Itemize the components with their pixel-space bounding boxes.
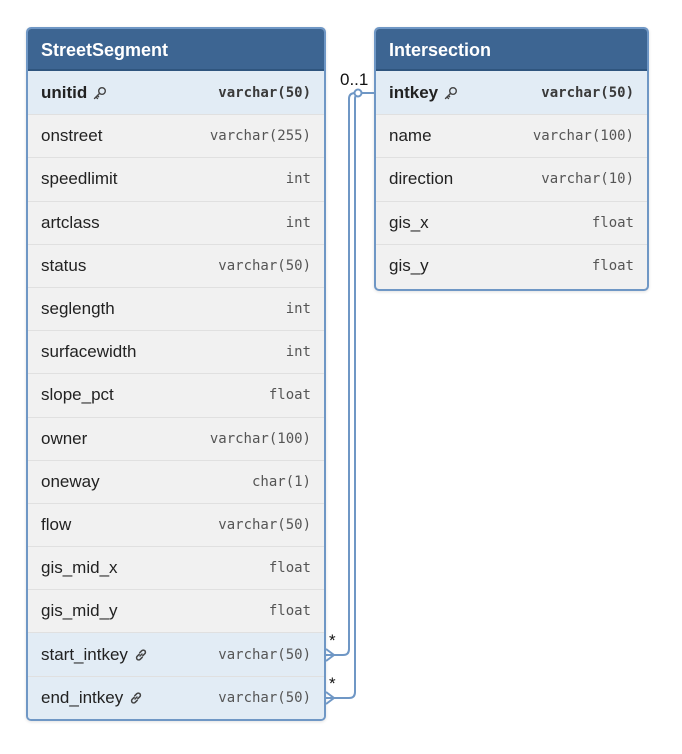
cardinality-label-many: * <box>329 631 336 650</box>
optional-circle-marker <box>353 88 363 98</box>
relationship-connectors <box>325 88 374 705</box>
cardinality-label-many: * <box>329 674 336 693</box>
relationship-line-start-intkey[interactable] <box>326 92 374 656</box>
cardinality-label-one: 0..1 <box>340 70 369 89</box>
